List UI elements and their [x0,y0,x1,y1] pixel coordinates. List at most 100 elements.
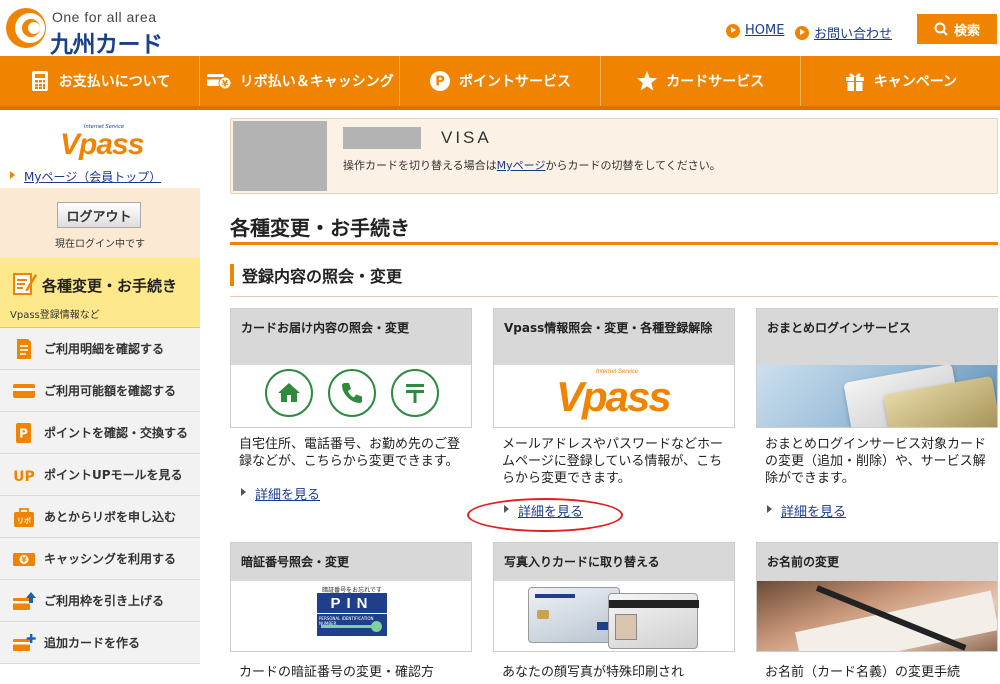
tile-card[interactable]: Vpass情報照会・変更・各種登録解除 Internet Service Vpa… [493,308,735,428]
tile-description: あなたの顔写真が特殊印刷され [502,665,685,680]
nav-revo-cashing[interactable]: ¥ リボ払い＆キャッシング [200,56,401,106]
logout-panel: ログアウト 現在ログイン中です [0,188,200,258]
sidebar-item-add-card[interactable]: 追加カードを作る [0,622,200,664]
tile-bulk-login: おまとめログインサービス おまとめログインサービス対象カードの変更（追加・削除）… [756,308,998,520]
revo-bag-icon: リボ [14,507,34,527]
pin-logo: PIN [317,593,387,613]
sidebar-item-procedures[interactable]: 各種変更・お手続き Vpass登録情報など [0,258,200,328]
up-icon: UP [13,469,35,485]
tile-card[interactable]: 写真入りカードに取り替える [493,542,735,652]
tile-title: カードお届け内容の照会・変更 [231,309,471,365]
star-icon [637,71,658,91]
logo-tagline: One for all area [52,9,157,25]
card-yen-icon: ¥ [206,74,232,90]
sidebar-item-points[interactable]: P ポイントを確認・交換する [0,412,200,454]
highlight-ellipse [467,498,623,532]
svg-text:P: P [19,426,28,440]
tile-description: メールアドレスやパスワードなどホームページに登録している情報が、こちらから変更で… [502,437,724,486]
sidebar-item-label: ご利用可能額を確認する [44,384,177,398]
tile-card[interactable]: 暗証番号照会・変更 暗証番号をお忘れですか？ PIN PERSONAL IDEN… [230,542,472,652]
svg-text:リボ: リボ [17,516,31,525]
svg-text:UP: UP [13,469,35,485]
nav-points-label: ポイントサービス [459,74,571,90]
nav-card-services-label: カードサービス [666,74,765,90]
statement-icon [17,338,31,359]
nav-revo-cashing-label: リボ払い＆キャッシング [239,74,394,90]
mypage-link[interactable]: Myページ（会員トップ） [9,168,161,185]
home-link-label: HOME [745,23,785,38]
vpass-large-logo: Internet Service Vpass [556,367,676,423]
edit-form-icon [13,273,37,295]
tile-detail-link[interactable]: 詳細を見る [240,484,320,503]
calculator-icon [31,71,48,91]
sidebar-item-label: ご利用枠を引き上げる [44,594,165,608]
tile-card[interactable]: お名前の変更 [756,542,998,652]
contact-link[interactable]: お問い合わせ [795,23,892,42]
tile-image [231,365,471,427]
tile-description: おまとめログインサービス対象カードの変更（追加・削除）や、サービス解除ができます… [765,437,987,486]
vpass-large-logo-text: Vpass [556,373,672,420]
tile-delivery-info: カードお届け内容の照会・変更 自宅住所、電話番号、お勤め先のご登録などが、こちら… [230,308,472,503]
nav-payment[interactable]: お支払いについて [0,56,201,106]
site-logo[interactable]: One for all area 九州カード [4,6,174,58]
login-status-text: 現在ログイン中です [55,239,145,250]
tile-card[interactable]: おまとめログインサービス [756,308,998,428]
card-note-mypage-link[interactable]: Myページ [497,159,546,172]
point-icon: P [16,422,31,443]
tile-title: お名前の変更 [757,543,997,581]
tile-description: 自宅住所、電話番号、お勤め先のご登録などが、こちらから変更できます。 [239,437,461,469]
sidebar-item-label: キャッシングを利用する [44,552,177,566]
photo-card-front [528,587,620,643]
nav-points[interactable]: P ポイントサービス [400,56,601,106]
postal-mark-icon [391,369,439,417]
site-header: One for all area 九州カード HOME お問い合わせ 検索 [0,0,1000,58]
add-card-icon [13,633,36,651]
sidebar-item-label: ポイントを確認・交換する [44,426,189,440]
pin-key-graphic: PERSONAL IDENTIFICATION NUMBER [317,614,387,636]
phone-icon [328,369,376,417]
sidebar-item-available-amount[interactable]: ご利用可能額を確認する [0,370,200,412]
vpass-logo[interactable]: Internet Service Vpass [60,124,144,164]
nav-card-services[interactable]: カードサービス [601,56,801,106]
tile-name-change: お名前の変更 お名前（カード名義）の変更手続 [756,542,998,681]
sidebar-item-statement[interactable]: ご利用明細を確認する [0,328,200,370]
tile-description: カードの暗証番号の変更・確認方 [239,665,435,680]
tile-detail-link[interactable]: 詳細を見る [766,501,846,520]
tile-image [494,581,734,651]
cashing-yen-icon: ¥ [13,552,35,566]
tile-vpass-info: Vpass情報照会・変更・各種登録解除 Internet Service Vpa… [493,308,735,520]
home-icon [265,369,313,417]
logo-name: 九州カード [50,32,163,58]
sidebar-item-label: あとからリボを申し込む [44,510,177,524]
sidebar-menu: ご利用明細を確認する ご利用可能額を確認する P ポイントを確認・交換する UP… [0,328,200,664]
current-card-panel: VISA 操作カードを切り替える場合はMyページからカードの切替をしてください。 [230,118,998,194]
card-note-text: 操作カードを切り替える場合は [343,159,497,172]
search-button[interactable]: 検索 [917,14,997,44]
home-link[interactable]: HOME [726,23,784,38]
sidebar-item-point-up-mall[interactable]: UP ポイントUPモールを見る [0,454,200,496]
svg-text:¥: ¥ [222,80,229,90]
card-name-redacted [343,127,421,149]
tile-image-pen-photo [757,581,997,651]
section-divider [230,296,998,297]
point-p-icon: P [430,71,450,91]
arrow-circle-icon [726,23,740,38]
sidebar-item-revo[interactable]: リボ あとからリボを申し込む [0,496,200,538]
sidebar-item-label: ポイントUPモールを見る [44,468,183,482]
card-icon [13,383,35,398]
sidebar-item-limit-increase[interactable]: ご利用枠を引き上げる [0,580,200,622]
nav-campaign[interactable]: キャンペーン [801,56,1000,106]
photo-card-back [608,593,699,649]
sidebar-item-cashing[interactable]: ¥ キャッシングを利用する [0,538,200,580]
sidebar-current-sub: Vpass登録情報など [10,310,100,321]
logout-button[interactable]: ログアウト [57,202,141,228]
tile-title: 写真入りカードに取り替える [494,543,734,581]
arrow-circle-icon [795,25,809,40]
tile-card[interactable]: カードお届け内容の照会・変更 [230,308,472,428]
card-thumbnail [233,121,327,191]
tile-description: お名前（カード名義）の変更手続 [765,665,961,680]
sidebar-current-title: 各種変更・お手続き [42,277,178,295]
tile-photo-card: 写真入りカードに取り替える あなたの顔写真が特殊印刷され [493,542,735,681]
limit-up-icon [13,591,36,610]
tile-title: おまとめログインサービス [757,309,997,365]
